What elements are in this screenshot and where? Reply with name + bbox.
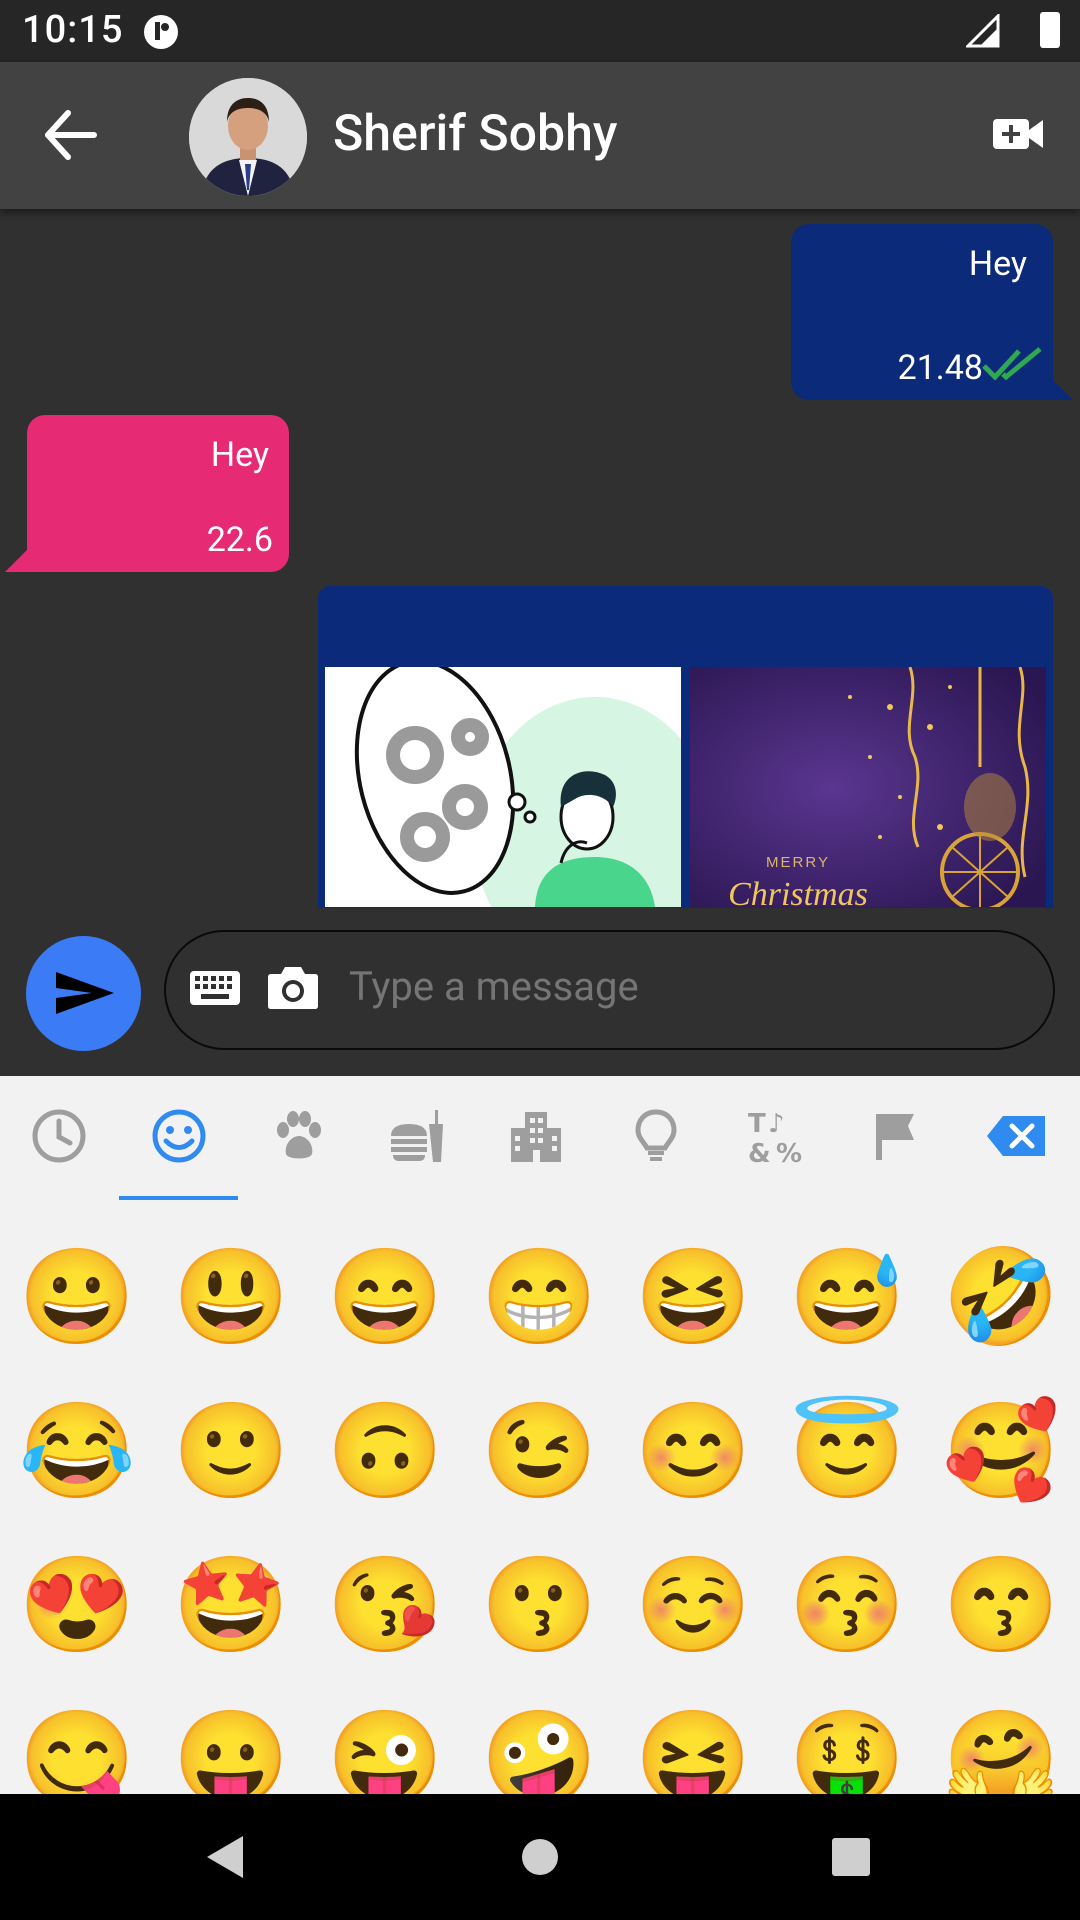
message-time: 22.6 xyxy=(206,520,273,560)
nav-back-icon[interactable] xyxy=(203,1834,247,1880)
travel-buildings-icon[interactable] xyxy=(507,1106,567,1166)
received-message-bubble[interactable]: Hey 22.6 xyxy=(5,415,289,572)
animals-paw-icon[interactable] xyxy=(268,1106,328,1166)
recent-clock-icon[interactable] xyxy=(29,1106,89,1166)
emoji-innocent[interactable]: 😇 xyxy=(770,1374,924,1528)
emoji-wink-tongue[interactable]: 😜 xyxy=(308,1682,462,1794)
emoji-smiling-hearts[interactable]: 🥰 xyxy=(924,1374,1078,1528)
backspace-icon[interactable] xyxy=(985,1106,1049,1166)
message-text-input[interactable] xyxy=(349,963,1009,1010)
christmas-merry-text: MERRY xyxy=(766,854,830,871)
objects-lightbulb-icon[interactable] xyxy=(626,1106,686,1166)
back-arrow-icon[interactable] xyxy=(40,107,100,163)
emoji-star-struck[interactable]: 🤩 xyxy=(154,1528,308,1682)
emoji-sweat-smile[interactable]: 😅 xyxy=(770,1220,924,1374)
christmas-card-image[interactable]: MERRY Christmas xyxy=(690,667,1046,907)
message-time: 21.48 xyxy=(897,348,983,388)
emoji-kissing[interactable]: 😗 xyxy=(462,1528,616,1682)
svg-text:♪: ♪ xyxy=(768,1109,785,1139)
thought-illustration-image[interactable] xyxy=(325,667,681,907)
active-tab-indicator xyxy=(119,1196,238,1200)
emoji-money-mouth[interactable]: 🤑 xyxy=(770,1682,924,1794)
emoji-kissing-heart[interactable]: 😘 xyxy=(308,1528,462,1682)
emoji-yum[interactable]: 😋 xyxy=(0,1682,154,1794)
emoji-tongue[interactable]: 😛 xyxy=(154,1682,308,1794)
emoji-hugging[interactable]: 🤗 xyxy=(924,1682,1078,1794)
notification-logo-icon xyxy=(144,15,178,49)
image-message-bubble[interactable]: MERRY Christmas xyxy=(318,586,1053,908)
emoji-squinting-tongue[interactable]: 😝 xyxy=(616,1682,770,1794)
signal-icon xyxy=(966,14,1000,48)
emoji-upside-down[interactable]: 🙃 xyxy=(308,1374,462,1528)
emoji-heart-eyes[interactable]: 😍 xyxy=(0,1528,154,1682)
emoji-smile[interactable]: 😄 xyxy=(308,1220,462,1374)
emoji-slight-smile[interactable]: 🙂 xyxy=(154,1374,308,1528)
emoji-kissing-closed-eyes[interactable]: 😚 xyxy=(770,1528,924,1682)
emoji-joy[interactable]: 😂 xyxy=(0,1374,154,1528)
avatar[interactable] xyxy=(189,78,307,196)
app-bar: Sherif Sobhy xyxy=(0,62,1080,209)
message-text: Hey xyxy=(210,435,269,475)
status-bar: 10:15 xyxy=(0,0,1080,62)
system-nav-bar xyxy=(0,1794,1080,1920)
battery-icon xyxy=(1040,12,1060,48)
emoji-wink[interactable]: 😉 xyxy=(462,1374,616,1528)
keyboard-icon[interactable] xyxy=(189,970,241,1006)
sent-message-bubble[interactable]: Hey 21.48 xyxy=(791,224,1073,400)
contact-name[interactable]: Sherif Sobhy xyxy=(333,105,617,163)
svg-text:%: % xyxy=(776,1139,802,1166)
double-check-icon xyxy=(982,347,1042,381)
send-button[interactable] xyxy=(26,936,141,1051)
emoji-smiley[interactable]: 😃 xyxy=(154,1220,308,1374)
symbols-icon[interactable]: T ♪ & % xyxy=(746,1106,806,1166)
emoji-rofl[interactable]: 🤣 xyxy=(924,1220,1078,1374)
christmas-script-text: Christmas xyxy=(728,876,868,907)
message-text: Hey xyxy=(968,244,1027,284)
emoji-grinning[interactable]: 😀 xyxy=(0,1220,154,1374)
emoji-zany[interactable]: 🤪 xyxy=(462,1682,616,1794)
emoji-blush[interactable]: 😊 xyxy=(616,1374,770,1528)
chat-messages[interactable]: Hey 21.48 Hey 22.6 MERRY Christmas xyxy=(0,209,1080,908)
flags-icon[interactable] xyxy=(866,1106,926,1166)
emoji-grin[interactable]: 😁 xyxy=(462,1220,616,1374)
emoji-relaxed[interactable]: ☺️ xyxy=(616,1528,770,1682)
emoji-picker: T ♪ & % 😀 😃 😄 😁 😆 😅 🤣 😂 🙂 🙃 😉 😊 😇 🥰 😍 🤩 … xyxy=(0,1076,1080,1794)
smiley-face-icon[interactable] xyxy=(149,1106,209,1166)
video-call-icon[interactable] xyxy=(992,114,1044,154)
contact-photo xyxy=(189,78,307,196)
svg-text:&: & xyxy=(748,1139,771,1166)
camera-icon[interactable] xyxy=(267,964,319,1010)
food-icon[interactable] xyxy=(387,1106,447,1166)
status-time: 10:15 xyxy=(22,8,124,52)
message-input-field[interactable] xyxy=(164,930,1055,1050)
nav-recents-icon[interactable] xyxy=(830,1834,872,1880)
emoji-laughing[interactable]: 😆 xyxy=(616,1220,770,1374)
svg-text:T: T xyxy=(748,1109,766,1139)
send-icon xyxy=(56,972,114,1014)
emoji-category-tabs: T ♪ & % xyxy=(0,1076,1080,1202)
nav-home-icon[interactable] xyxy=(520,1834,560,1880)
message-input-row xyxy=(0,908,1080,1076)
emoji-kissing-smiling-eyes[interactable]: 😙 xyxy=(924,1528,1078,1682)
